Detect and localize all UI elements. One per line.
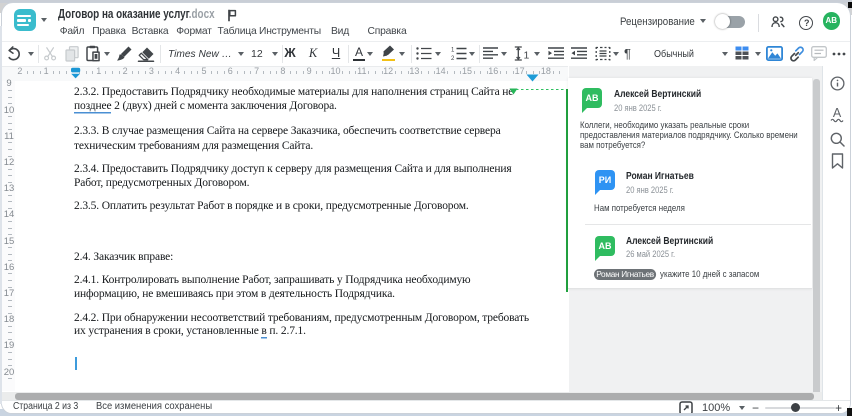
svg-text:1: 1 bbox=[524, 49, 530, 61]
svg-text:1: 1 bbox=[451, 47, 455, 53]
svg-text:А: А bbox=[833, 106, 842, 120]
svg-text:2: 2 bbox=[451, 56, 455, 60]
